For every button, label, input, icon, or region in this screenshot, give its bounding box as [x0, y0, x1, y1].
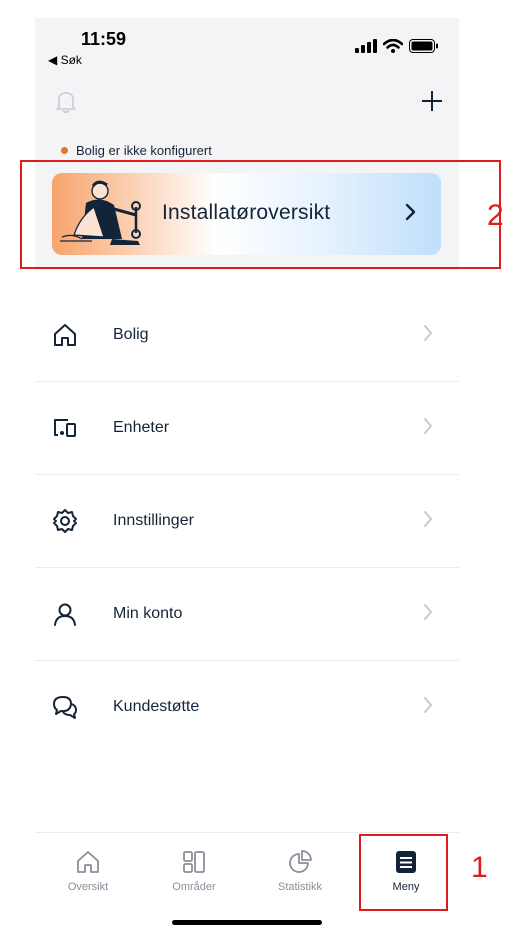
status-dot [61, 147, 68, 154]
signal-icon [355, 39, 377, 53]
tab-statistikk[interactable]: Statistikk [247, 833, 353, 905]
tab-oversikt[interactable]: Oversikt [35, 833, 141, 905]
person-icon [54, 603, 76, 626]
menu-item-label: Min konto [113, 605, 183, 622]
chevron-right-icon [424, 604, 433, 620]
annotation-number-2: 2 [487, 199, 504, 232]
annotation-number-1: 1 [471, 851, 488, 884]
menu-item-label: Innstillinger [113, 512, 194, 529]
menu-item-label: Kundestøtte [113, 698, 200, 715]
chat-bubbles-icon [53, 696, 77, 719]
menu-item-label: Bolig [113, 326, 149, 343]
home-indicator [172, 920, 322, 925]
battery-icon [409, 39, 438, 53]
status-bar: 11:59 ◀ Søk [35, 18, 459, 68]
home-status-text: Bolig er ikke konfigurert [76, 143, 212, 158]
chevron-right-icon [424, 697, 433, 713]
add-icon[interactable] [419, 88, 445, 114]
annotation-box-1 [359, 834, 448, 911]
wifi-icon [383, 39, 403, 53]
chevron-right-icon [424, 511, 433, 527]
menu-item-label: Enheter [113, 419, 170, 436]
tab-label: Statistikk [277, 881, 322, 893]
house-icon [54, 324, 76, 346]
chevron-right-icon [424, 418, 433, 434]
home-status: Bolig er ikke konfigurert [61, 143, 212, 158]
menu-list: Bolig Enheter Innstillinger Min konto Ku… [35, 270, 459, 752]
menu-item-min-konto[interactable]: Min konto [35, 567, 459, 661]
phone-screen: 11:59 ◀ Søk Bolig er ikke konfigurert In… [35, 18, 459, 930]
pie-chart-icon [289, 850, 312, 873]
tab-label: Oversikt [67, 881, 109, 893]
back-to-search-link[interactable]: ◀ Søk [48, 53, 82, 67]
chevron-right-icon [424, 325, 433, 341]
menu-item-bolig[interactable]: Bolig [35, 288, 459, 382]
menu-item-innstillinger[interactable]: Innstillinger [35, 474, 459, 568]
tab-label: Områder [172, 881, 216, 893]
devices-icon [54, 419, 76, 437]
status-time: 11:59 [81, 29, 127, 49]
house-icon [77, 851, 99, 873]
tab-omrader[interactable]: Områder [141, 833, 247, 905]
annotation-box-2 [20, 160, 501, 269]
status-icons [355, 39, 439, 53]
menu-item-kundestotte[interactable]: Kundestøtte [35, 660, 459, 753]
grid-icon [183, 851, 205, 873]
menu-item-enheter[interactable]: Enheter [35, 381, 459, 475]
gear-icon [53, 509, 77, 533]
bell-icon[interactable] [55, 90, 77, 114]
